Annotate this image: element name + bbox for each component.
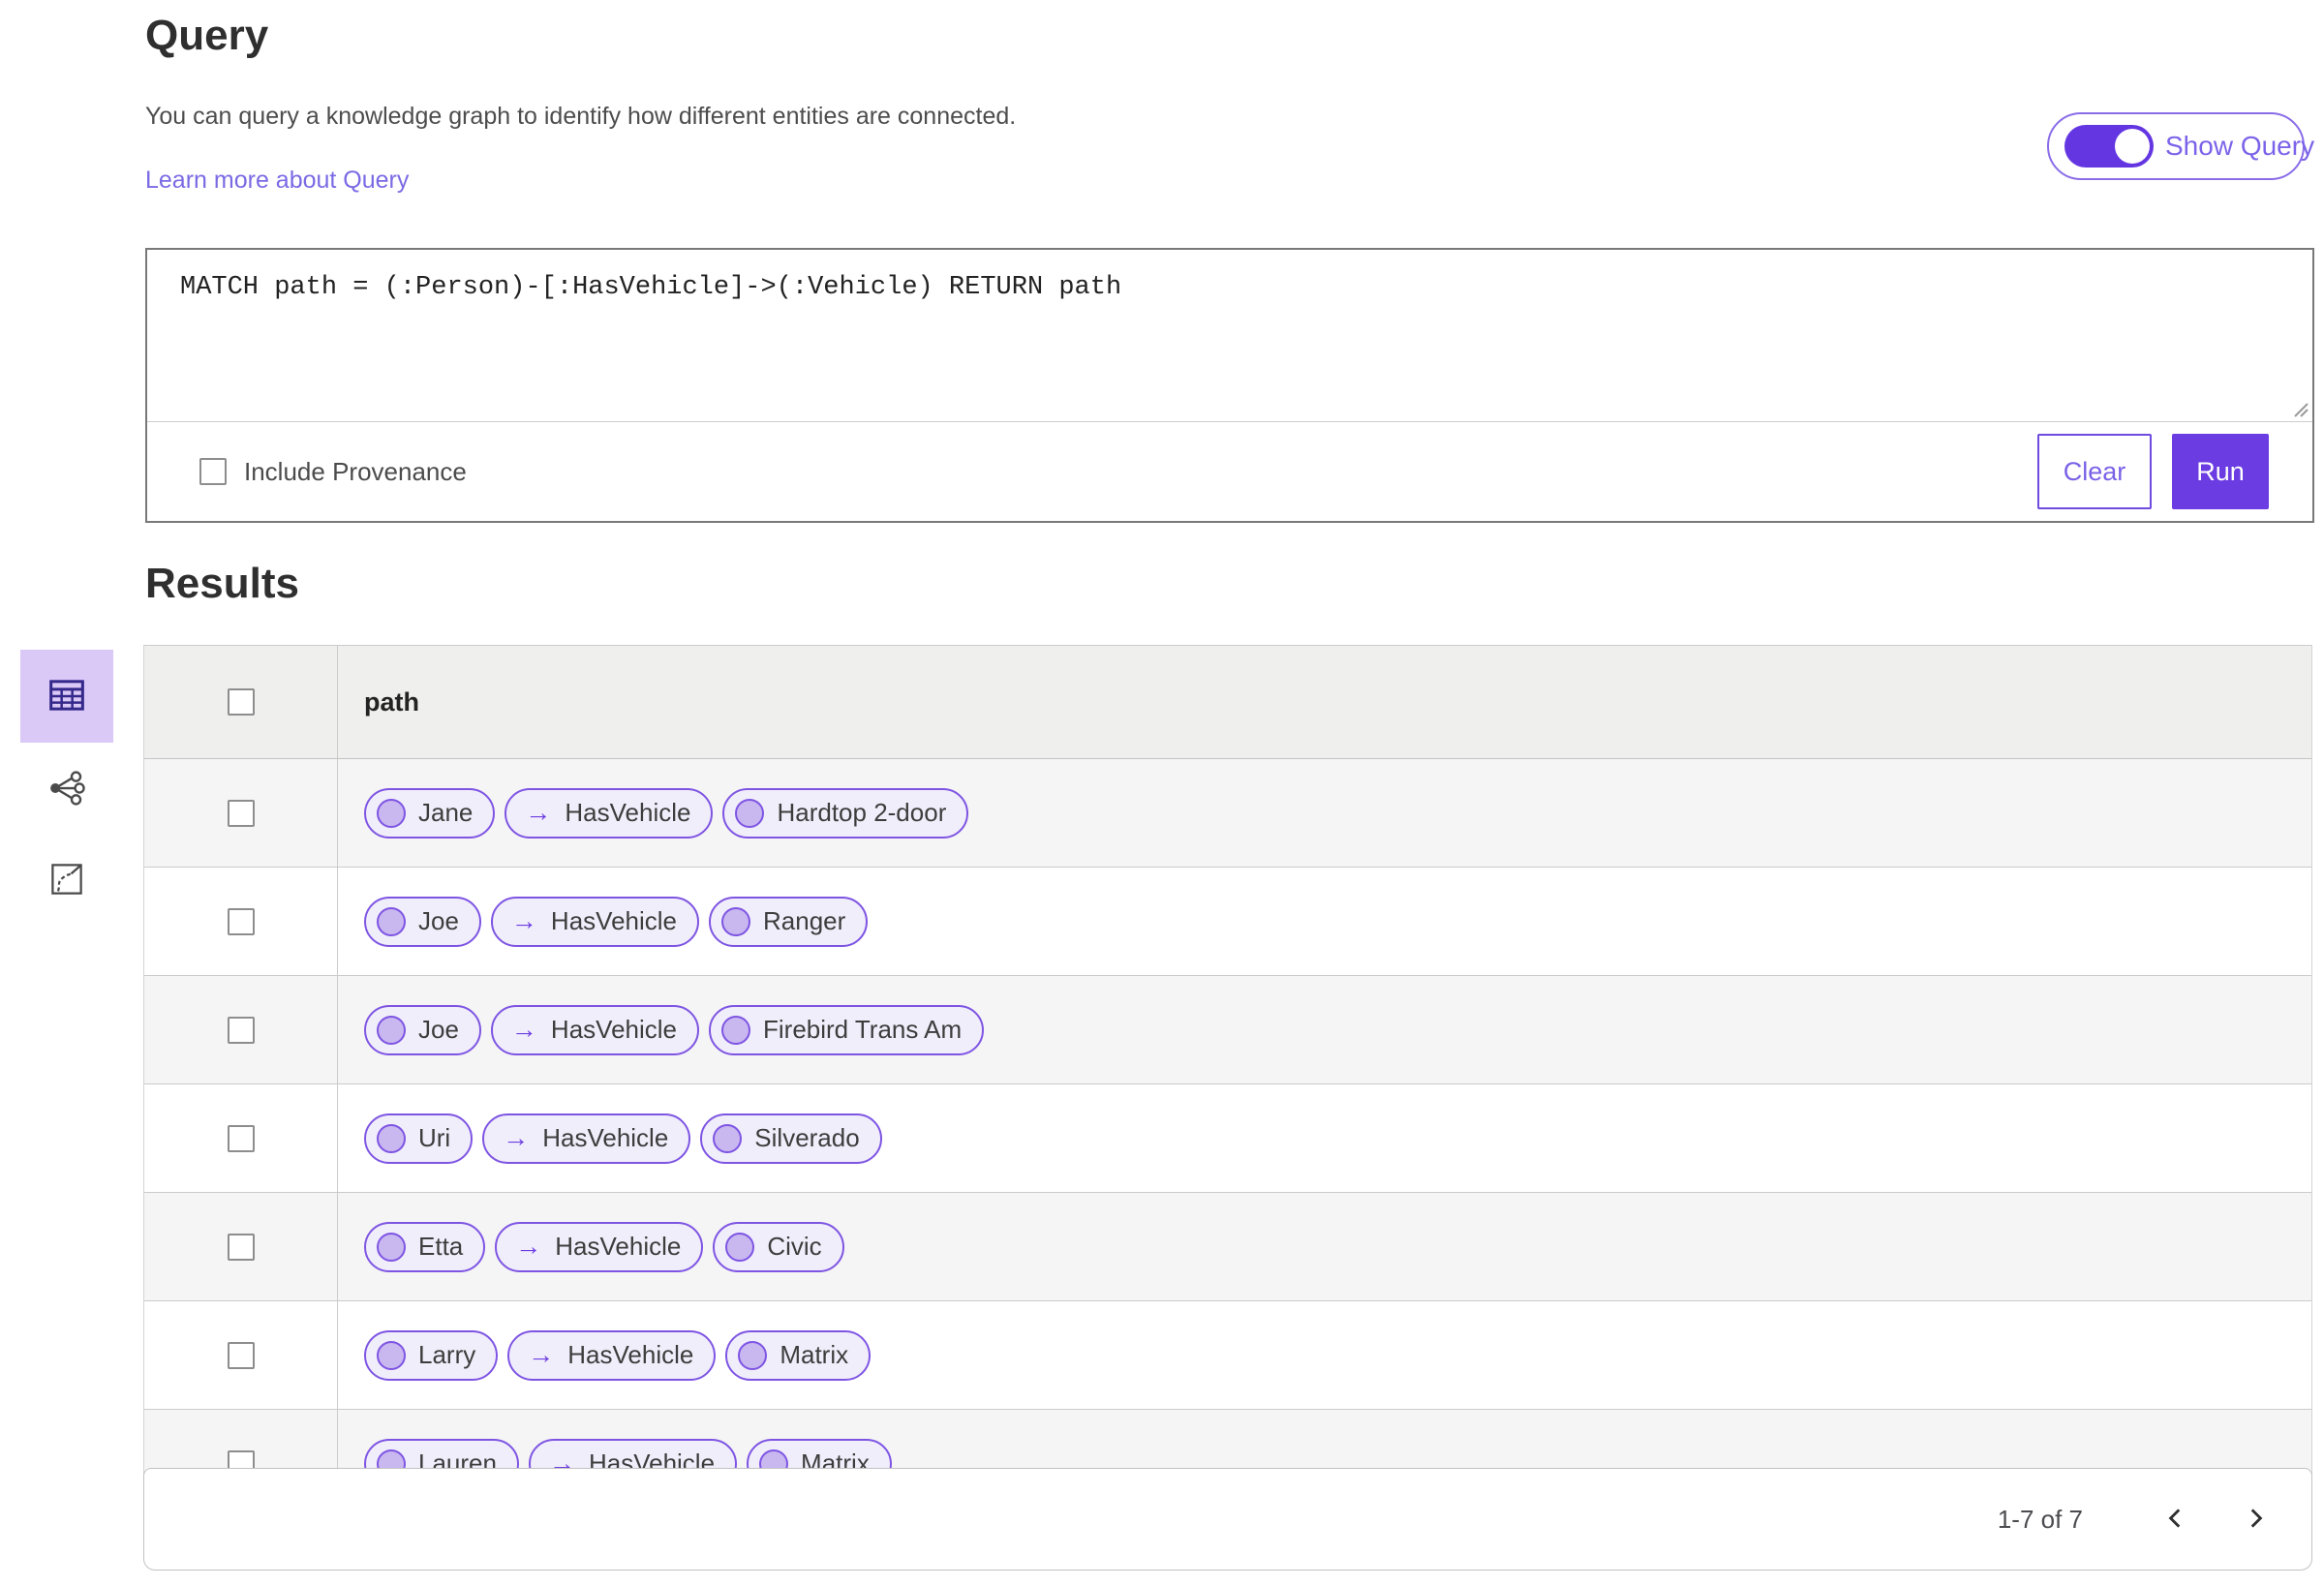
entity-chip[interactable]: Etta (364, 1221, 486, 1272)
entity-node-icon (377, 906, 406, 936)
entity-chip[interactable]: Larry (364, 1329, 499, 1381)
entity-node-icon (377, 798, 406, 828)
relationship-arrow-icon: → (525, 798, 552, 827)
relationship-chip[interactable]: → HasVehicle (505, 787, 714, 839)
entity-chip[interactable]: Jane (364, 787, 496, 839)
header-path-cell: path (338, 646, 2311, 758)
entity-node-icon (721, 906, 750, 936)
map-view-button[interactable] (38, 851, 96, 909)
relationship-chip[interactable]: → HasVehicle (507, 1329, 717, 1381)
toggle-knob (2115, 129, 2150, 164)
table-row: Joe → HasVehicle Ranger (144, 868, 2311, 976)
entity-chip[interactable]: Silverado (700, 1113, 882, 1164)
table-row: Jane → HasVehicle Hardtop 2-door (144, 759, 2311, 868)
query-input[interactable]: MATCH path = (:Person)-[:HasVehicle]->(:… (147, 250, 2312, 421)
row-checkbox[interactable] (227, 1341, 255, 1369)
path-column-header: path (364, 686, 419, 717)
table-row: Larry → HasVehicle Matrix (144, 1301, 2311, 1410)
results-title: Results (145, 560, 299, 607)
query-panel: MATCH path = (:Person)-[:HasVehicle]->(:… (145, 248, 2314, 523)
table-header-row: path (144, 646, 2311, 759)
show-query-toggle[interactable]: Show Query (2047, 112, 2314, 180)
include-provenance-checkbox[interactable] (199, 458, 227, 485)
row-checkbox[interactable] (227, 799, 255, 827)
resize-handle[interactable] (2291, 400, 2309, 417)
chevron-left-icon (2163, 1506, 2188, 1534)
table-row: Joe → HasVehicle Firebird Trans Am (144, 976, 2311, 1084)
relationship-arrow-icon: → (510, 1015, 537, 1044)
query-editor: MATCH path = (:Person)-[:HasVehicle]->(:… (147, 250, 2312, 422)
header-checkbox-cell (144, 646, 338, 758)
relationship-arrow-icon: → (510, 906, 537, 935)
toggle-switch[interactable] (2064, 125, 2154, 168)
row-checkbox[interactable] (227, 1233, 255, 1261)
row-checkbox[interactable] (227, 907, 255, 935)
run-button[interactable]: Run (2172, 434, 2269, 509)
table-row: Etta → HasVehicle Civic (144, 1193, 2311, 1301)
entity-node-icon (738, 1340, 768, 1370)
relationship-chip[interactable]: → HasVehicle (495, 1221, 704, 1272)
next-page-button[interactable] (2238, 1502, 2273, 1537)
page-description: You can query a knowledge graph to ident… (145, 103, 1017, 130)
entity-chip[interactable]: Firebird Trans Am (709, 1004, 985, 1055)
relationship-arrow-icon: → (503, 1123, 530, 1152)
entity-node-icon (377, 1015, 406, 1045)
pagination-bar: 1-7 of 7 (143, 1468, 2312, 1571)
select-all-checkbox[interactable] (227, 688, 255, 716)
query-footer: Include Provenance Clear Run (147, 422, 2312, 521)
pagination-range: 1-7 of 7 (1997, 1504, 2083, 1534)
table-icon (47, 676, 86, 717)
entity-chip[interactable]: Hardtop 2-door (722, 787, 969, 839)
include-provenance-label: Include Provenance (244, 456, 467, 486)
entity-node-icon (377, 1340, 406, 1370)
entity-chip[interactable]: Matrix (725, 1329, 872, 1381)
graph-icon (48, 770, 85, 809)
previous-page-button[interactable] (2158, 1502, 2193, 1537)
entity-node-icon (735, 798, 765, 828)
page-title: Query (145, 12, 269, 59)
relationship-chip[interactable]: → HasVehicle (482, 1113, 691, 1164)
entity-chip[interactable]: Ranger (709, 896, 869, 947)
chevron-right-icon (2243, 1506, 2268, 1534)
entity-chip[interactable]: Joe (364, 1004, 481, 1055)
entity-node-icon (725, 1232, 755, 1262)
entity-chip[interactable]: Uri (364, 1113, 474, 1164)
table-view-button[interactable] (20, 650, 113, 743)
entity-node-icon (721, 1015, 750, 1045)
entity-node-icon (377, 1232, 406, 1262)
relationship-chip[interactable]: → HasVehicle (490, 1004, 699, 1055)
row-checkbox[interactable] (227, 1016, 255, 1044)
relationship-chip[interactable]: → HasVehicle (490, 896, 699, 947)
map-icon (49, 862, 84, 900)
graph-view-button[interactable] (38, 760, 96, 818)
results-table: path Jane → HasVehicle Hardtop 2-door Joe… (143, 645, 2312, 1518)
query-page: Query You can query a knowledge graph to… (0, 0, 2324, 1586)
row-checkbox[interactable] (227, 1124, 255, 1152)
relationship-arrow-icon: → (528, 1340, 555, 1369)
entity-node-icon (377, 1123, 406, 1153)
entity-node-icon (713, 1123, 743, 1153)
learn-more-link[interactable]: Learn more about Query (145, 167, 409, 195)
relationship-arrow-icon: → (515, 1232, 542, 1261)
entity-chip[interactable]: Civic (713, 1221, 844, 1272)
show-query-label: Show Query (2165, 131, 2315, 161)
clear-button[interactable]: Clear (2037, 434, 2152, 509)
entity-chip[interactable]: Joe (364, 896, 481, 947)
table-row: Uri → HasVehicle Silverado (144, 1084, 2311, 1193)
